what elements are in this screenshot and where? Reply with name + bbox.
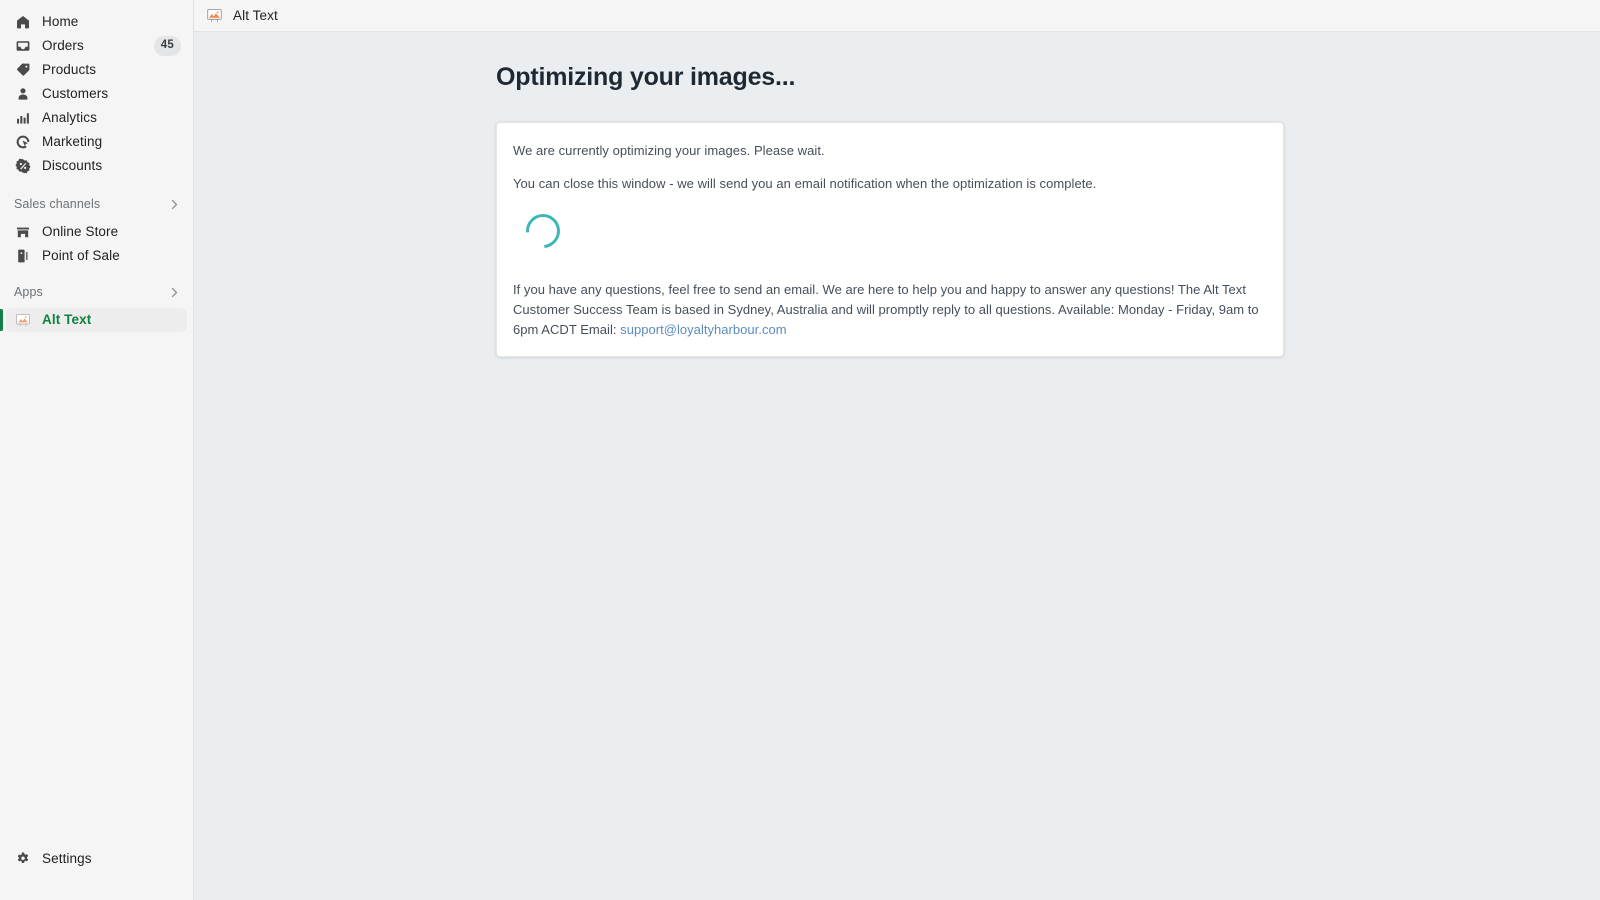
alt-text-app-icon	[14, 311, 32, 329]
sidebar-item-label: Products	[42, 62, 97, 78]
sidebar-item-alt-text[interactable]: Alt Text	[0, 308, 187, 332]
main-area: Alt Text Optimizing your images... We ar…	[194, 0, 1600, 900]
section-title: Sales channels	[14, 197, 101, 211]
chevron-right-icon[interactable]	[168, 286, 181, 299]
section-header-sales-channels[interactable]: Sales channels	[6, 193, 187, 215]
sidebar-item-marketing[interactable]: Marketing	[6, 130, 187, 154]
alt-text-app-icon	[206, 7, 223, 24]
spinner-arc	[519, 206, 567, 255]
sidebar-item-label: Home	[42, 14, 79, 30]
sidebar: Home Orders 45 Products Customers Analyt…	[0, 0, 194, 900]
support-email-link[interactable]: support@loyaltyharbour.com	[620, 322, 786, 337]
analytics-icon	[14, 109, 32, 127]
sidebar-item-label: Marketing	[42, 134, 103, 150]
loading-spinner	[519, 206, 570, 258]
sidebar-item-label: Settings	[42, 851, 92, 867]
status-line-1: We are currently optimizing your images.…	[513, 142, 825, 158]
orders-count-badge: 45	[153, 36, 181, 56]
marketing-icon	[14, 133, 32, 151]
chevron-right-icon[interactable]	[168, 198, 181, 211]
topbar: Alt Text	[194, 0, 1600, 32]
products-icon	[14, 61, 32, 79]
content-scroll-area: Optimizing your images... We are current…	[194, 32, 1600, 900]
app-root: Home Orders 45 Products Customers Analyt…	[0, 0, 1600, 900]
sidebar-item-settings[interactable]: Settings	[6, 847, 187, 871]
sidebar-item-label: Analytics	[42, 110, 97, 126]
sidebar-item-label: Alt Text	[42, 312, 92, 328]
page-container: Optimizing your images... We are current…	[496, 32, 1284, 357]
sidebar-item-label: Point of Sale	[42, 248, 120, 264]
sidebar-item-label: Customers	[42, 86, 109, 102]
sidebar-item-label: Orders	[42, 38, 84, 54]
sidebar-item-point-of-sale[interactable]: Point of Sale	[6, 244, 187, 268]
status-line-2: You can close this window - we will send…	[513, 176, 1097, 191]
sidebar-item-products[interactable]: Products	[6, 58, 187, 82]
home-icon	[14, 13, 32, 31]
sidebar-item-online-store[interactable]: Online Store	[6, 220, 187, 244]
sidebar-item-label: Online Store	[42, 224, 119, 240]
section-header-apps[interactable]: Apps	[6, 281, 187, 303]
sidebar-item-customers[interactable]: Customers	[6, 82, 187, 106]
store-icon	[14, 223, 32, 241]
active-indicator	[0, 309, 3, 331]
discounts-icon	[14, 157, 32, 175]
sidebar-item-discounts[interactable]: Discounts	[6, 154, 187, 178]
customers-icon	[14, 85, 32, 103]
page-title: Optimizing your images...	[496, 63, 796, 91]
sidebar-footer: Settings	[0, 847, 193, 871]
sidebar-item-home[interactable]: Home	[6, 10, 187, 34]
orders-icon	[14, 37, 32, 55]
sidebar-item-orders[interactable]: Orders 45	[6, 34, 187, 58]
section-title: Apps	[14, 285, 43, 299]
sidebar-item-analytics[interactable]: Analytics	[6, 106, 187, 130]
support-text-block: If you have any questions, feel free to …	[513, 280, 1267, 340]
sidebar-item-label: Discounts	[42, 158, 103, 174]
topbar-app-title: Alt Text	[233, 8, 278, 23]
status-card: We are currently optimizing your images.…	[496, 121, 1284, 357]
gear-icon	[14, 850, 32, 868]
pos-icon	[14, 247, 32, 265]
